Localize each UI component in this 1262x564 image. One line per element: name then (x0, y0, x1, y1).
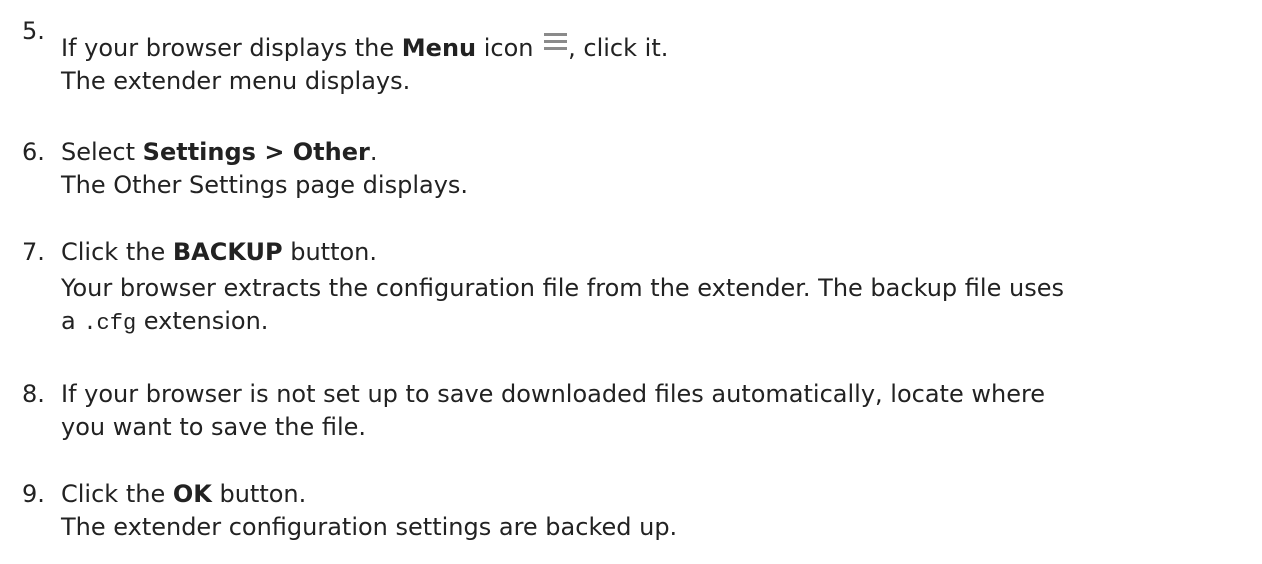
step-instruction: Click the OK button. (61, 478, 1256, 511)
step-result: a .cfg extension. (61, 305, 1256, 340)
instruction-text: Select (61, 138, 143, 166)
instruction-text: button. (211, 480, 307, 508)
step-body: Select Settings > Other. The Other Setti… (61, 136, 1256, 202)
instruction-text: button. (282, 238, 377, 266)
step-instruction: Select Settings > Other. (61, 136, 1256, 169)
step-body: Click the OK button. The extender config… (61, 478, 1256, 544)
ui-term: Menu (401, 34, 477, 62)
step-body: If your browser is not set up to save do… (61, 378, 1256, 444)
step-number: 8. (22, 380, 45, 408)
step-result: The Other Settings page displays. (61, 171, 469, 199)
ui-term: Settings > Other (142, 138, 370, 166)
instruction-text: extension. (136, 307, 269, 335)
instruction-text: . (369, 138, 378, 166)
step-instruction: If your browser is not set up to save do… (61, 380, 1046, 408)
step-instruction: If your browser displays the Menu icon ,… (61, 28, 1256, 65)
file-extension: .cfg (83, 311, 137, 336)
step-number: 5. (22, 17, 45, 45)
step-instruction: you want to save the file. (61, 413, 367, 441)
menu-icon (543, 28, 568, 50)
instruction-text: Click the (61, 238, 173, 266)
step-number: 9. (22, 480, 45, 508)
instruction-text: If your browser displays the (61, 34, 402, 62)
instruction-text: icon (476, 34, 542, 62)
ui-term: BACKUP (172, 238, 283, 266)
step-number: 6. (22, 138, 45, 166)
ui-term: OK (172, 480, 212, 508)
document-page: { "steps": [ { "number": "5.", "lines": … (0, 0, 1262, 564)
step-body: If your browser displays the Menu icon ,… (61, 28, 1256, 98)
step-number: 7. (22, 238, 45, 266)
step-result: Your browser extracts the configuration … (61, 274, 1064, 302)
instruction-text: Click the (61, 480, 173, 508)
instruction-text: , click it. (568, 34, 669, 62)
step-body: Click the BACKUP button. Your browser ex… (61, 236, 1256, 340)
step-result: The extender configuration settings are … (61, 513, 678, 541)
instruction-text: a (61, 307, 84, 335)
step-result: The extender menu displays. (61, 67, 411, 95)
step-instruction: Click the BACKUP button. (61, 236, 1256, 269)
